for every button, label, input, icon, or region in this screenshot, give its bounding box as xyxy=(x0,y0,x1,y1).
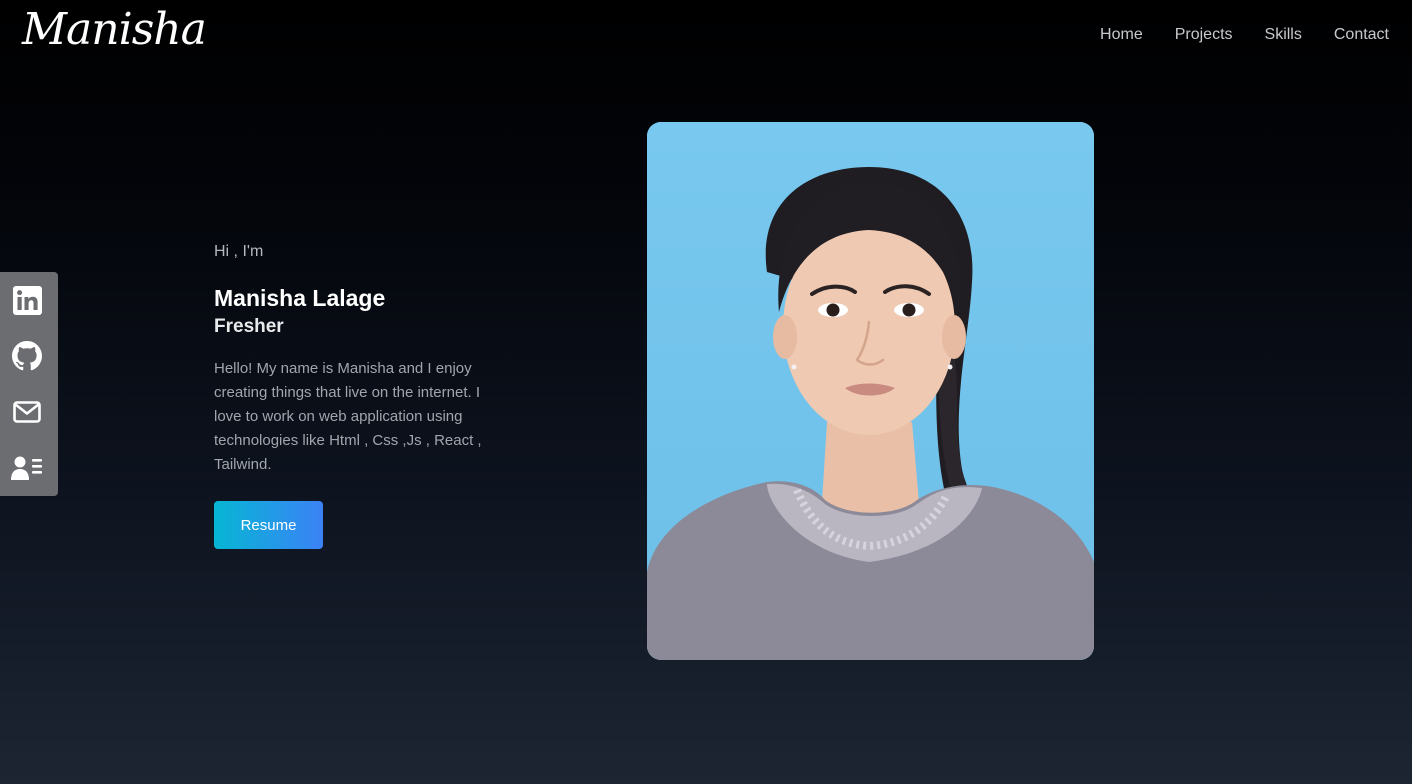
social-sidebar xyxy=(0,272,58,496)
nav-link-skills[interactable]: Skills xyxy=(1265,24,1302,46)
nav-link-contact[interactable]: Contact xyxy=(1334,24,1389,46)
linkedin-icon xyxy=(12,285,42,315)
nav-link-home[interactable]: Home xyxy=(1100,24,1143,46)
nav-links: Home Projects Skills Contact xyxy=(1100,24,1389,46)
hero-bio: Hello! My name is Manisha and I enjoy cr… xyxy=(214,360,482,473)
resume-link[interactable] xyxy=(10,451,44,485)
hero-role: Fresher xyxy=(214,316,284,337)
hero-greeting: Hi , I'm xyxy=(214,243,264,260)
email-link[interactable] xyxy=(10,395,44,429)
profile-photo xyxy=(647,122,1094,660)
linkedin-link[interactable] xyxy=(10,283,44,317)
github-icon xyxy=(12,341,42,371)
github-link[interactable] xyxy=(10,339,44,373)
hero-name: Manisha Lalage xyxy=(214,285,386,311)
resume-button[interactable]: Resume xyxy=(214,501,323,549)
navbar: Manisha Home Projects Skills Contact xyxy=(0,0,1412,70)
nav-link-projects[interactable]: Projects xyxy=(1175,24,1233,46)
hero-section: Hi , I'm Manisha Lalage Fresher Hello! M… xyxy=(214,240,514,549)
logo[interactable]: Manisha xyxy=(22,2,207,58)
mail-icon xyxy=(13,401,41,423)
profile-icon xyxy=(11,455,43,481)
